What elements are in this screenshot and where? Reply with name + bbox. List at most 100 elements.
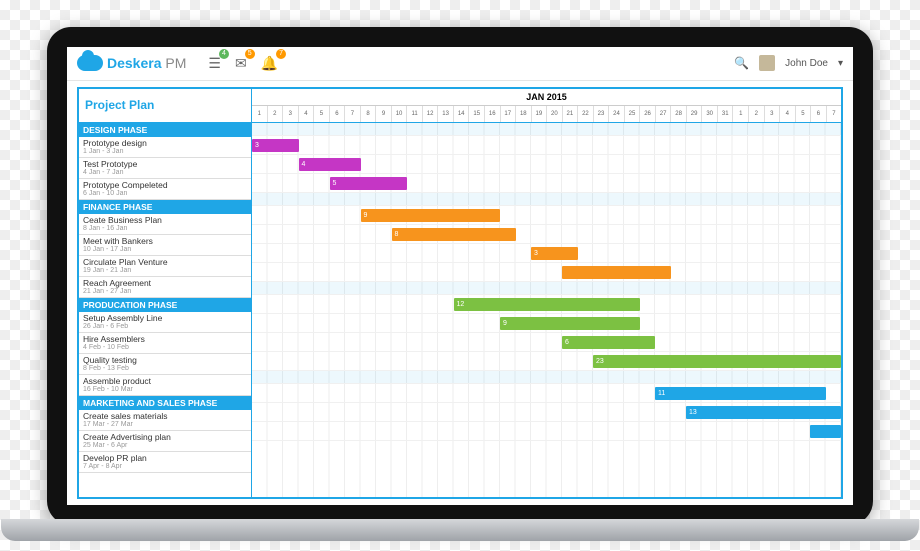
gantt-row: 3 [252,244,841,263]
user-name[interactable]: John Doe [785,58,828,69]
day-cell: 25 [624,106,640,122]
day-cell: 13 [437,106,453,122]
task-name: Meet with Bankers [83,236,247,246]
gantt-row [252,422,841,441]
task-dates: 8 Jan - 16 Jan [83,225,247,232]
gantt-row [252,263,841,282]
task-item[interactable]: Meet with Bankers10 Jan - 17 Jan [79,235,251,256]
gantt-bar[interactable]: 5 [330,177,408,190]
gantt-row: 5 [252,174,841,193]
gantt-bar[interactable]: 9 [500,317,640,330]
day-cell: 19 [531,106,547,122]
task-item[interactable]: Prototype Compeleted6 Jan - 10 Jan [79,179,251,200]
task-name: Prototype Compeleted [83,180,247,190]
task-item[interactable]: Circulate Plan Venture19 Jan - 21 Jan [79,256,251,277]
day-cell: 17 [500,106,516,122]
task-item[interactable]: Test Prototype4 Jan - 7 Jan [79,158,251,179]
brand-logo[interactable]: Deskera PM [77,55,186,71]
task-item[interactable]: Ceate Business Plan8 Jan - 16 Jan [79,214,251,235]
day-cell: 27 [655,106,671,122]
gantt-row: 8 [252,225,841,244]
gantt-bar[interactable]: 3 [531,247,578,260]
phase-header[interactable]: FINANCE PHASE [79,200,251,214]
task-item[interactable]: Quality testing8 Feb - 13 Feb [79,354,251,375]
task-item[interactable]: Assemble product16 Feb - 10 Mar [79,375,251,396]
phase-header[interactable]: MARKETING AND SALES PHASE [79,396,251,410]
phase-header[interactable]: PRODUCATION PHASE [79,298,251,312]
task-dates: 25 Mar - 6 Apr [83,442,247,449]
gantt-bar[interactable]: 13 [686,406,841,419]
day-cell: 4 [779,106,795,122]
gantt-bar[interactable]: 11 [655,387,826,400]
phase-header[interactable]: DESIGN PHASE [79,123,251,137]
task-panel: Project Plan DESIGN PHASEPrototype desig… [79,89,252,497]
task-item[interactable]: Create Advertising plan25 Mar - 6 Apr [79,431,251,452]
task-name: Test Prototype [83,159,247,169]
task-name: Assemble product [83,376,247,386]
day-cell: 11 [406,106,422,122]
task-dates: 10 Jan - 17 Jan [83,246,247,253]
gantt-bar[interactable]: 12 [454,298,640,311]
chevron-down-icon[interactable]: ▾ [838,58,843,69]
task-item[interactable]: Create sales materials17 Mar - 27 Mar [79,410,251,431]
day-cell: 1 [732,106,748,122]
day-cell: 18 [515,106,531,122]
gantt-bar[interactable]: 6 [562,336,655,349]
gantt-bar[interactable]: 3 [252,139,299,152]
day-cell: 21 [562,106,578,122]
task-name: Hire Assemblers [83,334,247,344]
task-dates: 4 Jan - 7 Jan [83,169,247,176]
gantt-bar[interactable] [562,266,671,279]
gantt-row: 13 [252,403,841,422]
user-area: 🔍 John Doe ▾ [734,55,843,71]
day-cell: 20 [546,106,562,122]
day-cell: 22 [577,106,593,122]
gantt-bar[interactable]: 23 [593,355,841,368]
topbar: Deskera PM ☰ 4 ✉ 5 🔔 7 🔍 John Doe ▾ [67,47,853,81]
gantt-bar[interactable]: 9 [361,209,501,222]
gantt-bar[interactable]: 4 [299,158,361,171]
timeline-panel: JAN 2015 1234567891011121314151617181920… [252,89,841,497]
day-cell: 30 [701,106,717,122]
day-cell: 23 [593,106,609,122]
task-dates: 7 Apr - 8 Apr [83,463,247,470]
gantt-chart[interactable]: 3459831296231113 [252,123,841,497]
top-icons: ☰ 4 ✉ 5 🔔 7 [208,55,278,72]
task-name: Create sales materials [83,411,247,421]
day-cell: 12 [422,106,438,122]
gantt-row: 23 [252,352,841,371]
day-cell: 3 [282,106,298,122]
task-item[interactable]: Prototype design1 Jan - 3 Jan [79,137,251,158]
bell-icon[interactable]: 🔔 7 [261,55,278,72]
gantt-row: 3 [252,136,841,155]
task-dates: 26 Jan - 6 Feb [83,323,247,330]
task-item[interactable]: Reach Agreement21 Jan - 27 Jan [79,277,251,298]
phase-row [252,193,841,206]
day-cell: 14 [453,106,469,122]
task-name: Develop PR plan [83,453,247,463]
day-cell: 8 [360,106,376,122]
task-list: DESIGN PHASEPrototype design1 Jan - 3 Ja… [79,123,251,497]
task-item[interactable]: Hire Assemblers4 Feb - 10 Feb [79,333,251,354]
task-name: Reach Agreement [83,278,247,288]
gantt-bar[interactable] [810,425,841,438]
laptop-frame: Deskera PM ☰ 4 ✉ 5 🔔 7 🔍 John Doe ▾ [47,27,873,525]
day-cell: 10 [391,106,407,122]
task-item[interactable]: Develop PR plan7 Apr - 8 Apr [79,452,251,473]
avatar[interactable] [759,55,775,71]
mail-icon[interactable]: ✉ 5 [235,55,247,72]
phase-row [252,123,841,136]
task-item[interactable]: Setup Assembly Line26 Jan - 6 Feb [79,312,251,333]
menu-badge: 4 [219,49,229,59]
task-dates: 4 Feb - 10 Feb [83,344,247,351]
day-cell: 28 [670,106,686,122]
search-icon[interactable]: 🔍 [734,56,749,70]
gantt-bar[interactable]: 8 [392,228,516,241]
brand-text: Deskera PM [107,55,186,71]
menu-icon[interactable]: ☰ 4 [208,55,221,72]
task-name: Prototype design [83,138,247,148]
phase-row [252,282,841,295]
day-cell: 7 [826,106,841,122]
day-cell: 31 [717,106,733,122]
content-area: Project Plan DESIGN PHASEPrototype desig… [67,81,853,505]
